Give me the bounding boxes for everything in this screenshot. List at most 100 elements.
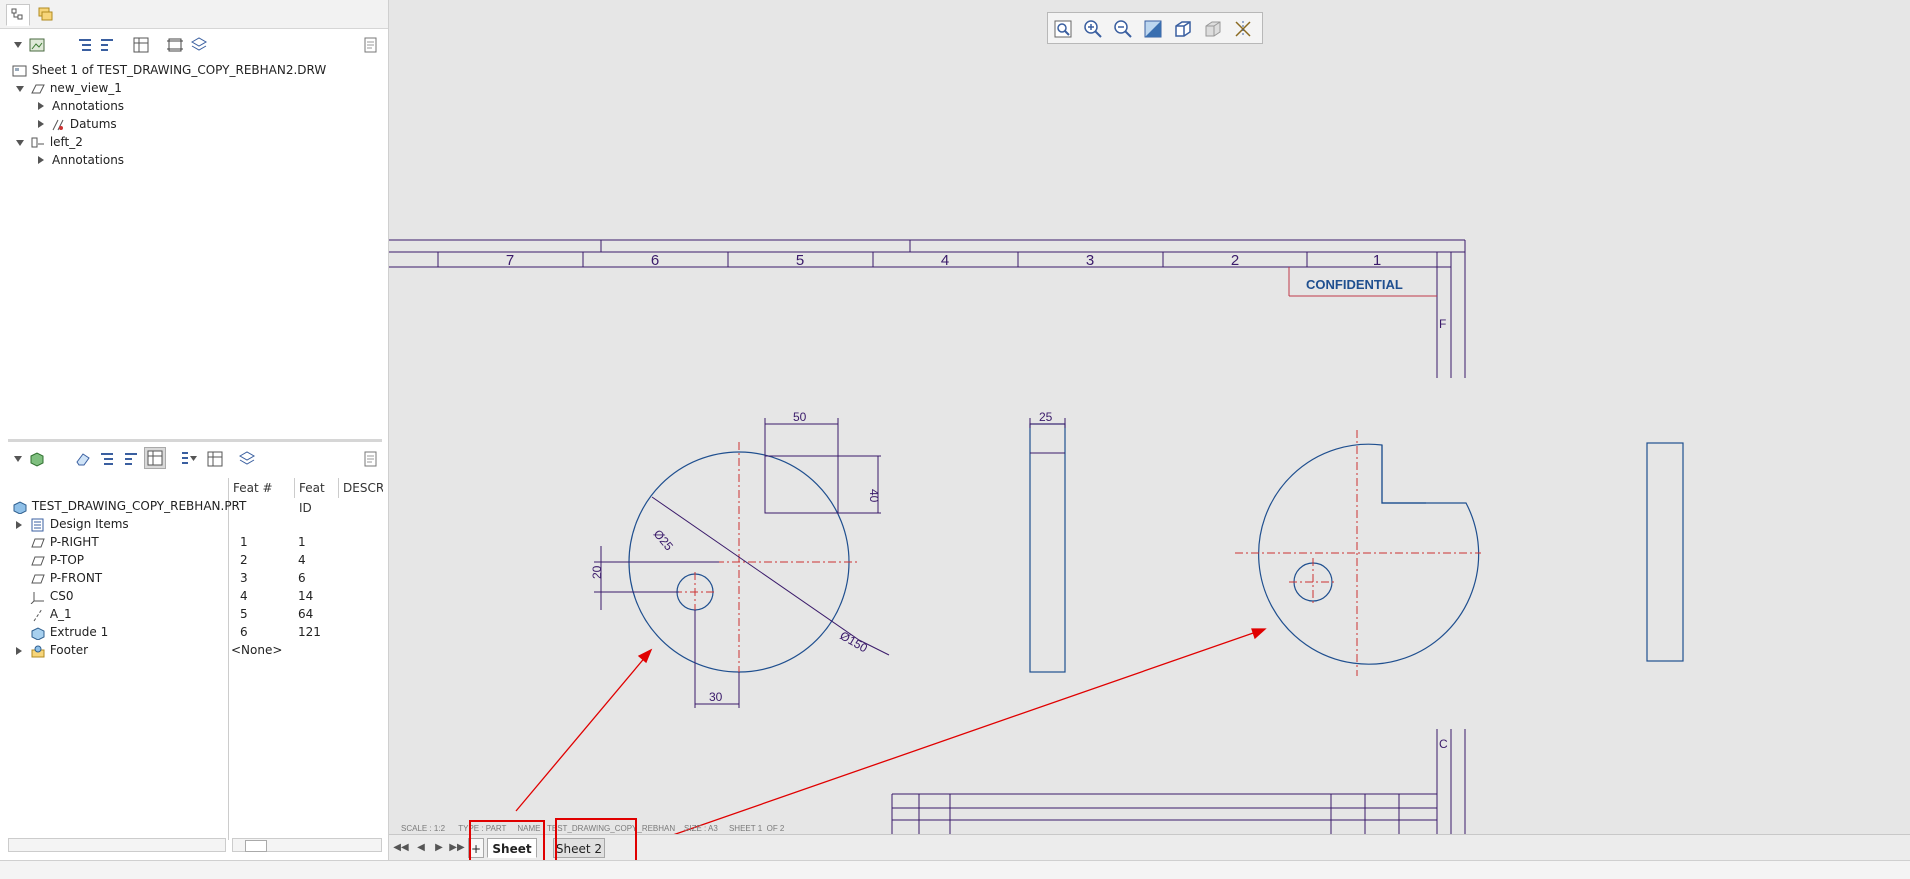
tab-model-tree[interactable]	[6, 4, 30, 26]
tree-columns-icon[interactable]	[206, 450, 224, 468]
table-row[interactable]: Extrude 1	[30, 623, 108, 641]
expand-all-icon[interactable]	[98, 450, 116, 468]
centerlines	[1235, 430, 1481, 676]
part-icon	[13, 500, 27, 515]
column-header-description[interactable]: DESCRI	[339, 478, 383, 498]
next-sheet-icon[interactable]: ▶	[431, 840, 447, 856]
part-icon[interactable]	[28, 450, 46, 468]
tree-columns-toggle[interactable]	[144, 447, 166, 469]
dropdown-icon[interactable]	[14, 42, 22, 48]
side-view[interactable]: 25	[1029, 410, 1066, 673]
tree-row-new-view[interactable]: new_view_1	[30, 79, 122, 97]
prev-sheet-icon[interactable]: ◀	[413, 840, 429, 856]
feat-no-cell: 2	[240, 553, 248, 567]
feat-no-cell: 4	[240, 589, 248, 603]
expand-design-items-icon[interactable]	[16, 521, 22, 529]
feat-no-cell: 6	[240, 625, 248, 639]
view-toolbar	[1047, 12, 1263, 44]
tree-label: Datums	[69, 117, 117, 131]
dimension-30: 30	[709, 690, 723, 704]
tree-columns-icon	[147, 450, 163, 466]
feature-name: Extrude 1	[49, 625, 109, 639]
drawing-border	[389, 239, 1466, 834]
expand-footer-icon[interactable]	[16, 647, 22, 655]
shaded-icon[interactable]	[1203, 19, 1223, 39]
diameter-25: Ø25	[651, 527, 677, 554]
tree-row-annotations-2[interactable]: Annotations	[52, 151, 124, 169]
column-header-feat-no[interactable]: Feat #	[229, 478, 295, 498]
drawing-sheet[interactable]: 7 6 5 4 3 2 1 CONFIDENTIAL F C 50 40 20 …	[389, 0, 1910, 834]
last-sheet-icon[interactable]: ▶▶	[449, 840, 465, 856]
table-row[interactable]: P-TOP	[30, 551, 84, 569]
zoom-out-icon[interactable]	[1113, 19, 1133, 39]
zone-number: 4	[941, 252, 949, 269]
table-row[interactable]: P-FRONT	[30, 569, 102, 587]
feature-name: A_1	[49, 607, 72, 621]
zone-number: 3	[1086, 252, 1094, 269]
frame-icon[interactable]	[166, 36, 184, 54]
section-view[interactable]	[1235, 430, 1481, 676]
table-row[interactable]: Design Items	[30, 515, 129, 533]
expand-annotations-icon[interactable]	[38, 156, 44, 164]
datum-display-icon[interactable]	[1233, 19, 1253, 39]
expand-left-view-icon[interactable]	[16, 140, 24, 146]
settings-doc-icon[interactable]	[362, 36, 380, 54]
zone-number: 7	[506, 252, 514, 269]
horizontal-scrollbar[interactable]	[8, 838, 226, 852]
tree-columns-icon[interactable]	[132, 36, 150, 54]
front-view[interactable]: 50 40 20 30 Ø25 Ø150	[590, 410, 890, 708]
table-row[interactable]: CS0	[30, 587, 73, 605]
zoom-in-icon[interactable]	[1083, 19, 1103, 39]
zone-number: 2	[1231, 252, 1239, 269]
annotation-arrows	[515, 628, 1267, 834]
model-tree-toolbar	[0, 32, 388, 58]
feature-name: CS0	[49, 589, 74, 603]
eraser-icon[interactable]	[74, 450, 92, 468]
collapse-all-icon[interactable]	[98, 36, 116, 54]
show-icon[interactable]	[28, 36, 46, 54]
datum-plane-icon	[31, 538, 45, 547]
expand-datums-icon[interactable]	[38, 120, 44, 128]
tree-row-annotations[interactable]: Annotations	[52, 97, 124, 115]
drawing-canvas[interactable]: 7 6 5 4 3 2 1 CONFIDENTIAL F C 50 40 20 …	[389, 0, 1910, 834]
first-sheet-icon[interactable]: ◀◀	[393, 840, 409, 856]
datum-icon	[52, 119, 64, 130]
feat-id-cell: 6	[298, 571, 306, 585]
sheet-icon	[12, 65, 27, 76]
collapse-all-icon[interactable]	[122, 450, 140, 468]
expand-all-icon[interactable]	[76, 36, 94, 54]
zone-letter: C	[1439, 737, 1448, 751]
tab-layer-tree[interactable]	[34, 4, 58, 26]
column-divider	[228, 478, 229, 840]
tree-label: Annotations	[52, 153, 125, 167]
layer-stack-icon[interactable]	[238, 450, 256, 468]
tree-row-part-root[interactable]: TEST_DRAWING_COPY_REBHAN.PRT	[12, 497, 246, 515]
tree-row-left-view[interactable]: left_2	[30, 133, 83, 151]
tree-label: Annotations	[52, 99, 125, 113]
zone-number: 1	[1373, 252, 1381, 269]
dropdown-icon[interactable]	[14, 456, 22, 462]
dimension-40: 40	[867, 489, 881, 503]
expand-new-view-icon[interactable]	[16, 86, 24, 92]
feature-name: P-RIGHT	[49, 535, 99, 549]
table-row[interactable]: Footer	[30, 641, 88, 659]
tree-row-sheet[interactable]: Sheet 1 of TEST_DRAWING_COPY_REBHAN2.DRW	[12, 61, 326, 79]
column-header-feat-id[interactable]: Feat ID	[295, 478, 339, 515]
refit-icon[interactable]	[1053, 19, 1073, 39]
horizontal-scrollbar[interactable]	[232, 838, 382, 852]
table-row[interactable]: A_1	[30, 605, 72, 623]
right-view[interactable]	[1646, 442, 1684, 662]
display-style-icon[interactable]	[1173, 19, 1193, 39]
part-tree-toolbar	[0, 446, 388, 472]
panel-splitter[interactable]	[8, 439, 382, 442]
feature-name: Design Items	[49, 517, 129, 531]
expand-annotations-icon[interactable]	[38, 102, 44, 110]
filter-icon[interactable]	[180, 450, 198, 468]
tree-row-datums[interactable]: Datums	[50, 115, 117, 133]
table-row[interactable]: P-RIGHT	[30, 533, 99, 551]
part-name: TEST_DRAWING_COPY_REBHAN.PRT	[31, 499, 247, 513]
settings-doc-icon[interactable]	[362, 450, 380, 468]
scrollbar-thumb[interactable]	[245, 840, 267, 852]
layer-stack-icon[interactable]	[190, 36, 208, 54]
repaint-icon[interactable]	[1143, 19, 1163, 39]
